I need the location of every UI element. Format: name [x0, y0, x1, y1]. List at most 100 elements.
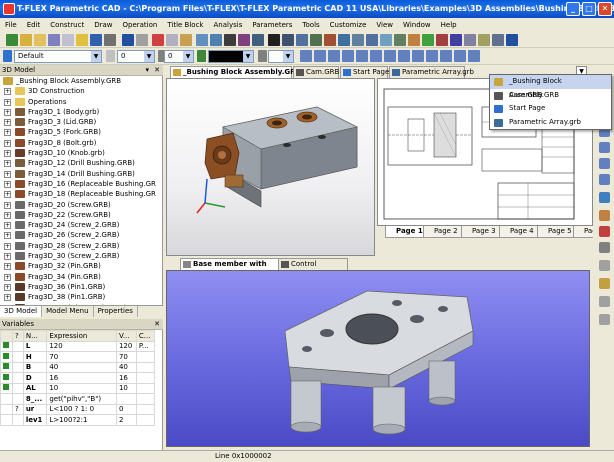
variable-expression-cell[interactable]: 10 [47, 383, 117, 394]
pan-icon[interactable] [210, 34, 222, 46]
open-document-item[interactable]: Start Page [490, 102, 611, 116]
zoom-icon[interactable] [196, 34, 208, 46]
color-select[interactable]: ▼ [208, 50, 254, 63]
expand-icon[interactable]: + [4, 160, 11, 167]
header-name[interactable]: N... [23, 331, 46, 342]
tab-page-5[interactable]: Page 5 [537, 226, 576, 238]
variable-expression-cell[interactable]: 70 [47, 352, 117, 363]
tree-item[interactable]: +Frag3D_30 (Screw_2.GRB) [0, 251, 162, 261]
wireframe-icon[interactable] [599, 242, 610, 253]
variable-name-cell[interactable]: B [23, 362, 46, 373]
array-icon[interactable] [464, 34, 476, 46]
tab-control-board[interactable]: Control board.grb [278, 258, 348, 270]
variable-expression-cell[interactable]: get("pihv","B") [47, 394, 117, 405]
variable-comment-cell[interactable] [136, 383, 154, 394]
panel-close-icon[interactable]: ✕ [154, 65, 160, 76]
variable-comment-cell[interactable]: P... [136, 341, 154, 352]
header-expression[interactable]: Expression [47, 331, 117, 342]
edit-icon[interactable] [48, 34, 60, 46]
variable-value-cell[interactable]: 40 [116, 362, 136, 373]
menu-title-block[interactable]: Title Block [162, 18, 208, 32]
hidden-icon[interactable] [599, 260, 610, 271]
tree-item[interactable]: +Frag3D_18 (Replaceable Bushing.GR [0, 189, 162, 199]
tree-item[interactable]: +Frag3D_10 (Knob.grb) [0, 148, 162, 158]
variable-flag-cell[interactable] [1, 404, 13, 415]
tree-item[interactable]: +Frag3D_1 (Body.grb) [0, 107, 162, 117]
tab-model-menu[interactable]: Model Menu [42, 306, 93, 317]
shell-icon[interactable] [422, 34, 434, 46]
chevron-down-icon[interactable]: ▼ [183, 51, 193, 62]
variable-value-cell[interactable]: 10 [116, 383, 136, 394]
style-select[interactable]: ▼ [268, 50, 294, 63]
tree-item[interactable]: +Frag3D_3 (Lid.GRB) [0, 117, 162, 127]
open-document-item[interactable]: _Bushing Block Assembly.GRB [490, 75, 611, 89]
open-document-item[interactable]: Parametric Array.grb [490, 116, 611, 130]
tab-cam[interactable]: Cam.GRB [293, 66, 339, 78]
cut3d-icon[interactable] [436, 34, 448, 46]
expand-icon[interactable]: + [4, 222, 11, 229]
hatch-icon[interactable] [296, 34, 308, 46]
variable-name-cell[interactable]: D [23, 373, 46, 384]
tab-page-1[interactable]: Page 1 [385, 226, 427, 238]
maximize-button[interactable]: □ [582, 2, 596, 16]
variable-comment-cell[interactable] [136, 415, 154, 426]
tree-item[interactable]: +Frag3D_14 (Drill Bushing.GRB) [0, 169, 162, 179]
menu-tools[interactable]: Tools [297, 18, 324, 32]
redo-icon[interactable] [136, 34, 148, 46]
tree-item[interactable]: +Frag3D_26 (Screw_2.GRB) [0, 230, 162, 240]
variable-name-cell[interactable]: lev1 [23, 415, 46, 426]
tree-item[interactable]: +Frag3D_22 (Screw.GRB) [0, 210, 162, 220]
expand-icon[interactable]: + [4, 253, 11, 260]
open-document-item[interactable]: Cam.GRB [490, 89, 611, 103]
variable-flag-cell[interactable] [1, 415, 13, 426]
snap-icon[interactable] [300, 50, 312, 62]
variable-row[interactable]: ?urL<100 ? 1: 00 [1, 404, 155, 415]
picture-icon[interactable] [324, 34, 336, 46]
variable-flag-cell[interactable] [1, 341, 13, 352]
expand-icon[interactable]: + [4, 263, 11, 270]
pin-icon[interactable]: ▾ [145, 65, 149, 76]
rotate-icon[interactable] [366, 34, 378, 46]
tab-page-2[interactable]: Page 2 [423, 226, 462, 238]
tab-page-4[interactable]: Page 4 [499, 226, 538, 238]
expand-icon[interactable]: + [4, 140, 11, 147]
menu-view[interactable]: View [371, 18, 398, 32]
snap-tangent-icon[interactable] [370, 50, 382, 62]
priority-select[interactable]: 0▼ [164, 50, 194, 63]
3d-view-window[interactable] [166, 78, 375, 256]
variable-q-cell[interactable] [12, 373, 23, 384]
variable-q-cell[interactable] [12, 415, 23, 426]
tab-base-member[interactable]: Base member with holes.GRB [180, 258, 292, 270]
variable-value-cell[interactable]: 2 [116, 415, 136, 426]
variable-value-cell[interactable] [116, 394, 136, 405]
open-icon[interactable] [34, 34, 46, 46]
chevron-down-icon[interactable]: ▼ [91, 51, 101, 62]
expand-icon[interactable]: + [4, 99, 11, 106]
menu-file[interactable]: File [0, 18, 22, 32]
variable-flag-cell[interactable] [1, 383, 13, 394]
expand-icon[interactable]: + [4, 294, 11, 301]
tree-item[interactable]: +Frag3D_5 (Fork.GRB) [0, 127, 162, 137]
variable-expression-cell[interactable]: 16 [47, 373, 117, 384]
menu-draw[interactable]: Draw [89, 18, 117, 32]
text-icon[interactable] [268, 34, 280, 46]
snap-node-icon[interactable] [314, 50, 326, 62]
tab-page-6[interactable]: Page ! 4 [573, 226, 593, 238]
variable-value-cell[interactable]: 120 [116, 341, 136, 352]
expand-icon[interactable]: + [4, 129, 11, 136]
tab-start-page[interactable]: Start Page [340, 66, 388, 78]
variable-flag-cell[interactable] [1, 373, 13, 384]
expand-icon[interactable]: + [4, 119, 11, 126]
chevron-down-icon[interactable]: ▼ [144, 51, 154, 62]
construct-icon[interactable] [20, 34, 32, 46]
menu-operation[interactable]: Operation [117, 18, 162, 32]
variable-comment-cell[interactable] [136, 404, 154, 415]
close-button[interactable]: ✕ [598, 2, 612, 16]
zoom-out-icon[interactable] [599, 142, 610, 153]
help-icon[interactable] [506, 34, 518, 46]
tree-item[interactable]: +Frag3D_34 (Pin.GRB) [0, 272, 162, 282]
perspective-icon[interactable] [599, 278, 610, 289]
variable-q-cell[interactable]: ? [12, 404, 23, 415]
lower-3d-view-window[interactable] [166, 270, 590, 447]
section-icon[interactable] [599, 226, 610, 237]
